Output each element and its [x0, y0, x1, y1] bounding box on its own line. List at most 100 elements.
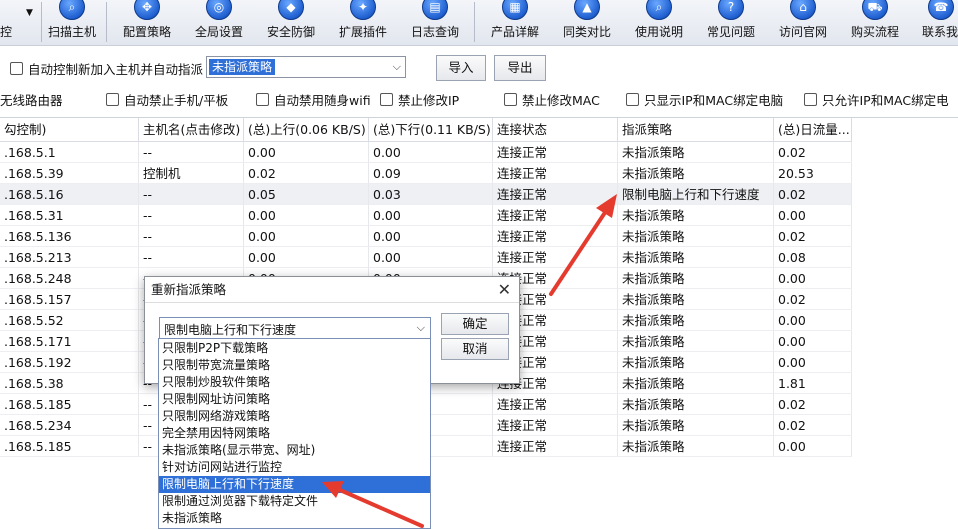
toolbar-partial-label[interactable]: 控 — [0, 23, 14, 40]
checkbox-box[interactable] — [106, 93, 119, 106]
dropdown-option[interactable]: 未指派策略 — [159, 510, 430, 527]
table-cell: 未指派策略 — [618, 331, 774, 352]
checkbox-box[interactable] — [380, 93, 393, 106]
table-cell: 0.08 — [774, 247, 852, 268]
table-row[interactable]: .168.5.1 -- 0.00 0.00 连接正常 未指派策略 0.02 — [0, 142, 852, 163]
toolbar-button-faq[interactable]: ? 常见问题 — [702, 0, 760, 46]
toolbar-button-global-settings[interactable]: ◎ 全局设置 — [190, 0, 248, 46]
chevron-down-icon[interactable]: ⌵ — [417, 321, 425, 335]
table-cell: -- — [139, 205, 244, 226]
toolbar-button-scan[interactable]: ⌕ 扫描主机 — [44, 0, 100, 46]
checkbox-box[interactable] — [256, 93, 269, 106]
option-label: 无线路由器 — [0, 93, 63, 108]
column-header[interactable]: 主机名(点击修改) — [139, 118, 244, 142]
auto-policy-select[interactable]: 未指派策略 ⌵ — [206, 56, 406, 78]
table-cell: 20.53 — [774, 163, 852, 184]
toolbar-button-security[interactable]: ◆ 安全防御 — [262, 0, 320, 46]
toolbar-label: 安全防御 — [266, 25, 315, 39]
dropdown-option[interactable]: 只限制带宽流量策略 — [159, 357, 430, 374]
checkbox-label: 自动禁止手机/平板 — [124, 93, 229, 108]
toolbar-button-compare[interactable]: ▲ 同类对比 — [558, 0, 616, 46]
export-button[interactable]: 导出 — [494, 55, 546, 81]
toolbar-label: 扩展插件 — [338, 25, 387, 39]
table-row[interactable]: .168.5.31 -- 0.00 0.00 连接正常 未指派策略 0.00 — [0, 205, 852, 226]
table-cell: 未指派策略 — [618, 268, 774, 289]
show-bound-only-checkbox[interactable]: 只显示IP和MAC绑定电脑 — [626, 90, 783, 109]
table-cell: 连接正常 — [493, 163, 618, 184]
table-cell: -- — [139, 184, 244, 205]
block-ip-change-checkbox[interactable]: 禁止修改IP — [380, 90, 459, 109]
block-portable-wifi-checkbox[interactable]: 自动禁用随身wifi — [256, 90, 371, 109]
dialog-title: 重新指派策略 — [145, 277, 519, 303]
dropdown-option[interactable]: 只限制网址访问策略 — [159, 391, 430, 408]
wireless-router-option[interactable]: 无线路由器 — [0, 90, 63, 109]
checkbox-box[interactable] — [804, 93, 817, 106]
checkbox-box[interactable] — [10, 62, 23, 75]
dropdown-option[interactable]: 只限制P2P下载策略 — [159, 340, 430, 357]
allow-bound-only-checkbox[interactable]: 只允许IP和MAC绑定电 — [804, 90, 958, 109]
column-header[interactable]: (总)日流量... — [774, 118, 852, 142]
dropdown-option[interactable]: 限制通过浏览器下载特定文件 — [159, 493, 430, 510]
table-cell: .168.5.185 — [0, 436, 139, 457]
dropdown-option[interactable]: 针对访问网站进行监控 — [159, 459, 430, 476]
table-cell: .168.5.52 — [0, 310, 139, 331]
log-icon: ▤ — [422, 0, 448, 20]
table-row[interactable]: .168.5.39 控制机 0.02 0.09 连接正常 未指派策略 20.53 — [0, 163, 852, 184]
table-cell: 连接正常 — [493, 205, 618, 226]
toolbar-button-usage-guide[interactable]: ⌕ 使用说明 — [630, 0, 688, 46]
checkbox-box[interactable] — [504, 93, 517, 106]
close-icon[interactable]: ✕ — [498, 280, 511, 299]
table-row[interactable]: .168.5.16 -- 0.05 0.03 连接正常 限制电脑上行和下行速度 0.02 — [0, 184, 852, 205]
toolbar-button-log-query[interactable]: ▤ 日志查询 — [406, 0, 464, 46]
toolbar-button-contact[interactable]: ☎ 联系我 — [918, 0, 958, 46]
column-header[interactable]: (总)下行(0.11 KB/S) — [369, 118, 493, 142]
dropdown-option[interactable]: 未指派策略(显示带宽、网址) — [159, 442, 430, 459]
policy-dropdown-list: 只限制P2P下载策略 只限制带宽流量策略 只限制炒股软件策略 只限制网址访问策略 只限制… — [158, 338, 431, 529]
ok-button[interactable]: 确定 — [441, 313, 509, 335]
toolbar-button-plugins[interactable]: ✦ 扩展插件 — [334, 0, 392, 46]
toolbar-button-config-policy[interactable]: ✥ 配置策略 — [118, 0, 176, 46]
policy-combobox[interactable]: 限制电脑上行和下行速度 ⌵ — [159, 317, 431, 339]
dropdown-option[interactable]: 限制电脑上行和下行速度 — [159, 476, 430, 493]
toolbar-label: 购买流程 — [850, 25, 899, 39]
column-header[interactable]: 指派策略 — [618, 118, 774, 142]
table-cell: -- — [139, 226, 244, 247]
table-cell: 0.02 — [774, 394, 852, 415]
checkbox-box[interactable] — [626, 93, 639, 106]
toolbar-label: 使用说明 — [634, 25, 683, 39]
block-phone-checkbox[interactable]: 自动禁止手机/平板 — [106, 90, 228, 109]
toolbar-separator — [474, 2, 475, 42]
table-cell: .168.5.31 — [0, 205, 139, 226]
table-cell: 未指派策略 — [618, 205, 774, 226]
table-cell: 0.02 — [244, 163, 369, 184]
table-row[interactable]: .168.5.136 -- 0.00 0.00 连接正常 未指派策略 0.02 — [0, 226, 852, 247]
column-header[interactable]: 勾控制) — [0, 118, 139, 142]
toolbar-button-purchase[interactable]: ⛟ 购买流程 — [846, 0, 904, 46]
toolbar-button-product-details[interactable]: ▦ 产品详解 — [486, 0, 544, 46]
toolbar-separator — [106, 2, 107, 42]
dropdown-option[interactable]: 只限制炒股软件策略 — [159, 374, 430, 391]
website-icon: ⌂ — [790, 0, 816, 20]
table-cell: 连接正常 — [493, 184, 618, 205]
toolbar-button-website[interactable]: ⌂ 访问官网 — [774, 0, 832, 46]
table-cell: 连接正常 — [493, 226, 618, 247]
dropdown-option[interactable]: 只限制网络游戏策略 — [159, 408, 430, 425]
checkbox-label: 禁止修改MAC — [522, 93, 600, 108]
table-cell: 0.00 — [369, 226, 493, 247]
column-header[interactable]: (总)上行(0.06 KB/S) — [244, 118, 369, 142]
table-row[interactable]: .168.5.213 -- 0.00 0.00 连接正常 未指派策略 0.08 — [0, 247, 852, 268]
table-cell: 连接正常 — [493, 394, 618, 415]
toolbar-label: 联系我 — [922, 25, 958, 39]
block-mac-change-checkbox[interactable]: 禁止修改MAC — [504, 90, 600, 109]
import-button[interactable]: 导入 — [436, 55, 486, 81]
table-cell: 0.00 — [774, 331, 852, 352]
column-header[interactable]: 连接状态 — [493, 118, 618, 142]
cancel-button[interactable]: 取消 — [441, 338, 509, 360]
dropdown-arrow-icon[interactable]: ▼ — [26, 8, 33, 18]
select-value: 未指派策略 — [209, 59, 276, 75]
scan-icon: ⌕ — [59, 0, 85, 20]
chevron-down-icon[interactable]: ⌵ — [393, 60, 401, 74]
cart-icon: ⛟ — [862, 0, 888, 20]
dropdown-option[interactable]: 完全禁用因特网策略 — [159, 425, 430, 442]
auto-control-checkbox[interactable]: 自动控制新加入主机并自动指派 — [10, 59, 203, 78]
